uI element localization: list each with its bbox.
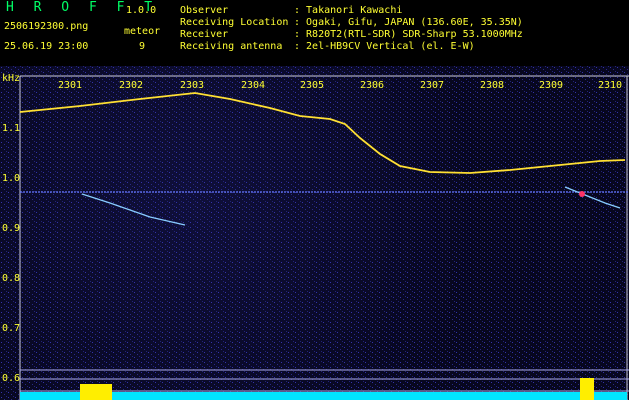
y-tick-5: 0.7 [2,323,21,334]
location-label: Receiving Location [180,17,289,28]
meteor-count: 9 [139,41,146,52]
x-tick-2301: 2301 [58,80,83,91]
observer-label: Observer [180,5,229,16]
antenna-label: Receiving antenna [180,41,283,52]
meteor-echo-head [579,191,585,197]
spectrum-peak-1 [80,384,112,400]
x-tick-2304: 2304 [241,80,266,91]
observer-value: : Takanori Kawachi [294,5,403,16]
x-tick-2306: 2306 [360,80,385,91]
x-tick-2308: 2308 [480,80,505,91]
receiver-value: : R820T2(RTL-SDR) SDR-Sharp 53.1000MHz [294,29,523,40]
y-tick-4: 0.8 [2,273,21,284]
x-tick-2309: 2309 [539,80,564,91]
receiver-label: Receiver [180,29,229,40]
y-tick-6: 0.6 [2,373,21,384]
file-name: 2506192300.png [4,21,89,32]
meteor-label: meteor [124,26,161,37]
y-tick-3: 0.9 [2,223,21,234]
y-tick-1: 1.1 [2,123,21,134]
spectrogram-svg [0,66,629,400]
x-tick-2303: 2303 [180,80,205,91]
axis-unit-label: kHz [2,73,21,84]
location-value: : Ogaki, Gifu, JAPAN (136.60E, 35.35N) [294,17,523,28]
noise-texture [0,66,629,400]
observation-datetime: 25.06.19 23:00 [4,41,89,52]
y-tick-2: 1.0 [2,173,21,184]
x-tick-2307: 2307 [420,80,445,91]
x-tick-2302: 2302 [119,80,144,91]
x-tick-2305: 2305 [300,80,325,91]
antenna-value: : 2el-HB9CV Vertical (el. E-W) [294,41,475,52]
spectrogram-plot: kHz 1.1 1.0 0.9 0.8 0.7 0.6 [0,66,629,400]
x-tick-2310: 2310 [598,80,623,91]
spectrum-peak-2 [580,378,594,400]
app-version: 1.0.0 [126,5,157,16]
header-panel: H R O F F T 1.0.0 2506192300.png meteor … [0,0,629,66]
